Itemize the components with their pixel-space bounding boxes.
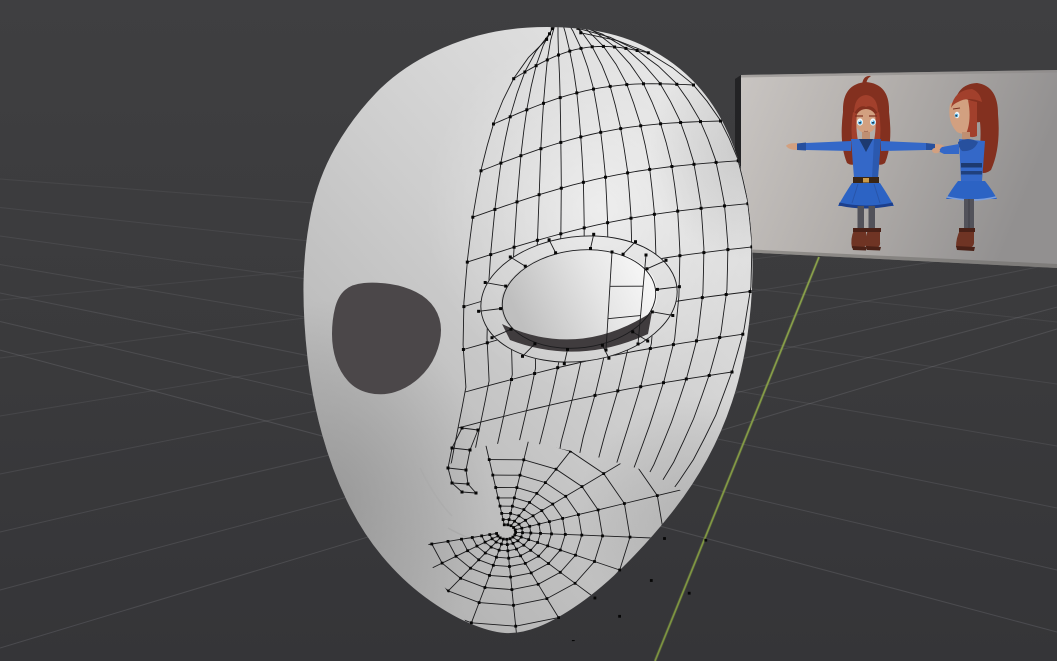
reference-image-plane[interactable] xyxy=(735,70,1057,268)
viewport-3d-canvas[interactable] xyxy=(0,0,1057,661)
reference-plane-surface xyxy=(741,70,1057,268)
viewport-window xyxy=(0,0,1057,661)
